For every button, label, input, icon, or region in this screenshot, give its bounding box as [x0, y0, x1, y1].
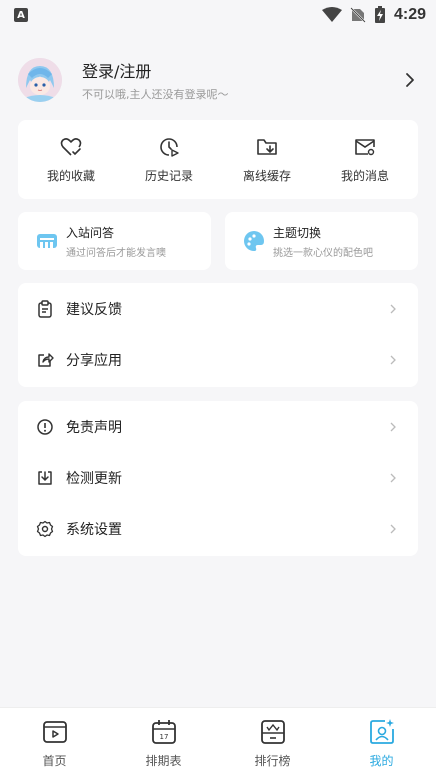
quick-action-favorites[interactable]: 我的收藏 [26, 135, 116, 184]
heart-check-icon [60, 138, 82, 156]
menu-item-share[interactable]: 分享应用 [18, 334, 418, 385]
quick-action-messages[interactable]: 我的消息 [320, 135, 410, 184]
share-icon [38, 352, 54, 367]
menu-item-label: 免责声明 [66, 419, 122, 436]
svg-text:17: 17 [159, 733, 168, 741]
menu-item-label: 建议反馈 [66, 301, 122, 318]
quick-action-label: 我的消息 [340, 169, 389, 183]
tab-label: 排行榜 [254, 754, 291, 768]
tab-schedule[interactable]: 17 排期表 [124, 718, 204, 769]
palette-icon [244, 231, 264, 251]
feature-card-theme[interactable]: 主题切换 挑选一款心仪的配色吧 [225, 212, 418, 270]
quick-action-offline-cache[interactable]: 离线缓存 [222, 135, 312, 184]
avatar[interactable] [18, 58, 62, 102]
profile-login-row[interactable]: 登录/注册 不可以哦,主人还没有登录呢～ [18, 56, 418, 104]
menu-item-feedback[interactable]: 建议反馈 [18, 283, 418, 334]
tab-label: 我的 [369, 754, 394, 768]
wifi-icon [321, 7, 342, 22]
status-bar: A 4:29 [0, 0, 436, 30]
quick-action-label: 我的收藏 [46, 169, 95, 183]
bottom-tab-bar: 首页 17 排期表 排行榜 我的 [0, 707, 436, 776]
menu-item-label: 分享应用 [66, 352, 122, 369]
chevron-right-icon [390, 355, 396, 364]
menu-item-disclaimer[interactable]: 免责声明 [18, 401, 418, 452]
profile-icon [369, 719, 394, 744]
menu-group-2: 免责声明 检测更新 系统设置 [18, 401, 418, 556]
login-register-title[interactable]: 登录/注册 [82, 58, 402, 82]
no-sim-icon [350, 7, 366, 23]
quick-actions-card: 我的收藏 历史记录 离线缓存 我的消息 [18, 120, 418, 199]
menu-item-check-update[interactable]: 检测更新 [18, 452, 418, 503]
feature-card-quiz[interactable]: 入站问答 通过问答后才能发言噢 [18, 212, 211, 270]
menu-item-settings[interactable]: 系统设置 [18, 503, 418, 554]
tab-ranking[interactable]: 排行榜 [233, 718, 313, 769]
status-time: 4:29 [393, 6, 426, 23]
gear-icon [36, 520, 54, 537]
menu-group-1: 建议反馈 分享应用 [18, 283, 418, 387]
clipboard-icon [38, 299, 52, 318]
update-download-icon [38, 470, 52, 485]
tab-home[interactable]: 首页 [15, 718, 95, 769]
chevron-right-icon [390, 524, 396, 533]
chevron-right-icon [390, 473, 396, 482]
quick-action-label: 离线缓存 [242, 169, 291, 183]
feature-subtitle: 挑选一款心仪的配色吧 [273, 247, 373, 259]
folder-download-icon [257, 139, 277, 155]
quiz-icon [37, 234, 57, 248]
tab-mine[interactable]: 我的 [342, 718, 422, 769]
app-notification-icon: A [14, 8, 28, 22]
chevron-right-icon [390, 422, 396, 431]
feature-title: 入站问答 [66, 225, 115, 240]
home-play-icon [42, 721, 67, 743]
feature-subtitle: 通过问答后才能发言噢 [66, 247, 166, 259]
info-circle-icon [37, 418, 53, 435]
calendar-icon: 17 [151, 720, 176, 744]
tab-label: 排期表 [145, 754, 182, 768]
clock-play-icon [160, 138, 179, 157]
menu-item-label: 检测更新 [66, 470, 122, 487]
mail-at-icon [355, 139, 375, 156]
ranking-icon [260, 720, 285, 744]
login-hint-text: 不可以哦,主人还没有登录呢～ [82, 88, 229, 101]
tab-label: 首页 [42, 754, 67, 768]
chevron-right-icon [390, 304, 396, 313]
quick-action-history[interactable]: 历史记录 [124, 135, 214, 184]
battery-charging-icon [374, 6, 385, 23]
chevron-right-icon[interactable] [402, 72, 418, 88]
feature-title: 主题切换 [273, 225, 322, 240]
quick-action-label: 历史记录 [144, 169, 193, 183]
avatar-illustration-icon [18, 58, 62, 102]
menu-item-label: 系统设置 [66, 521, 122, 538]
